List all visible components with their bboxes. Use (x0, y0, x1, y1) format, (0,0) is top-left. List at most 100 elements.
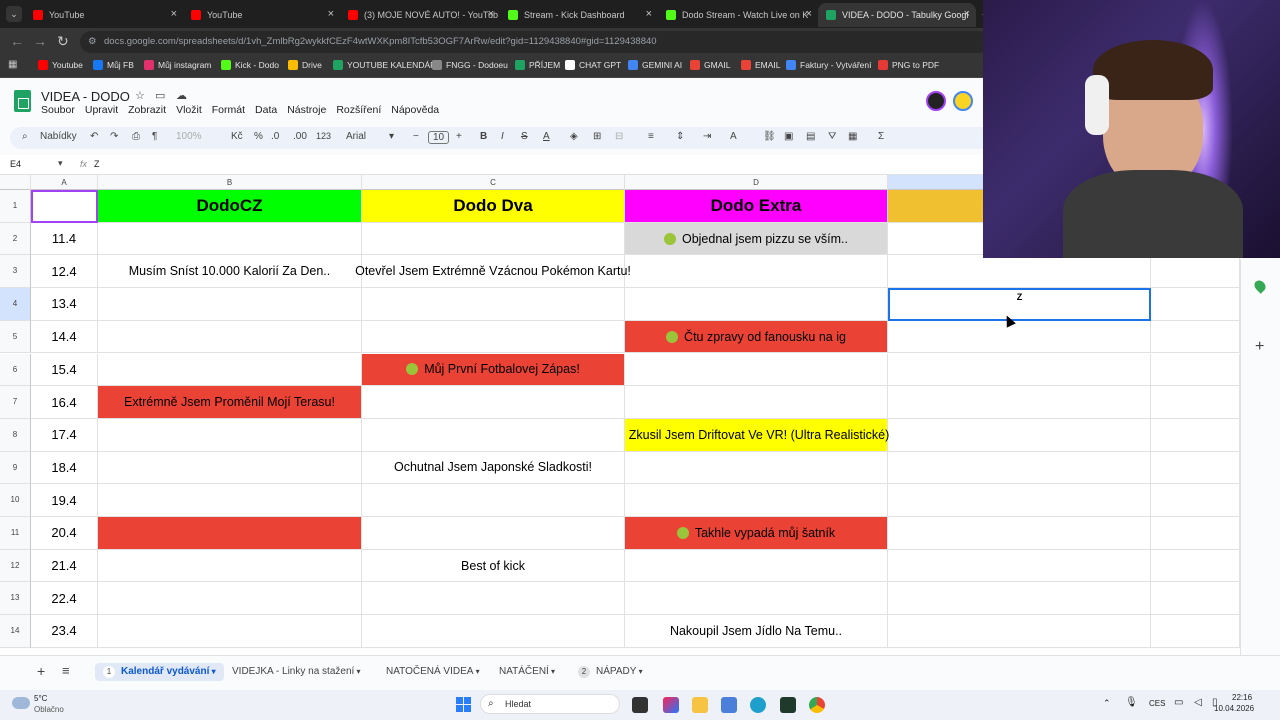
grid-cell[interactable] (1151, 288, 1240, 321)
header-cell-dodocz[interactable]: DodoCZ (98, 190, 362, 223)
chart-icon[interactable]: ▤ (806, 131, 815, 142)
row-header[interactable]: 1 (0, 190, 31, 223)
chevron-down-icon[interactable]: ▾ (58, 158, 63, 169)
bookmark-item[interactable]: PŘÍJEM (515, 60, 560, 70)
grid-cell[interactable] (888, 353, 1151, 387)
grid-cell[interactable]: Extrémně Jsem Proměnil Mojí Terasu! (98, 386, 362, 419)
close-tab-icon[interactable]: × (964, 8, 970, 20)
date-cell[interactable]: 11.4 (31, 222, 98, 256)
menu-item[interactable]: Nápověda (391, 104, 439, 116)
grid-cell[interactable] (625, 549, 888, 583)
grid-cell[interactable] (888, 418, 1151, 452)
percent-button[interactable]: % (254, 131, 263, 142)
grid-cell[interactable] (888, 582, 1151, 616)
menu-item[interactable]: Soubor (41, 104, 75, 116)
grid-cell[interactable] (362, 386, 625, 419)
grid-cell[interactable]: Zkusil Jsem Driftovat Ve VR! (Ultra Real… (625, 418, 889, 452)
row-header[interactable]: 3 (0, 255, 31, 289)
url-field[interactable]: ⚙ docs.google.com/spreadsheets/d/1vh_Zmlb… (80, 31, 990, 53)
avatar[interactable] (953, 91, 973, 111)
header-cell-dodo-dva[interactable]: Dodo Dva (362, 190, 625, 223)
text-color-icon[interactable]: A (543, 131, 550, 142)
task-view-icon[interactable] (632, 697, 648, 713)
forward-icon[interactable]: → (33, 33, 47, 49)
bookmark-item[interactable]: Drive (288, 60, 322, 70)
grid-cell[interactable] (1151, 386, 1240, 419)
date-cell[interactable]: 14.4 (31, 320, 98, 354)
chevron-down-icon[interactable]: ▾ (209, 667, 216, 676)
grid-cell[interactable] (362, 484, 625, 517)
mail-icon[interactable] (721, 697, 737, 713)
bookmark-item[interactable]: Faktury - Vytváření (786, 60, 871, 70)
grid-cell[interactable]: Objednal jsem pizzu se vším.. (625, 222, 888, 256)
text-wrap-icon[interactable]: ⇥ (703, 131, 711, 142)
sheet-tab[interactable]: NATÁČENÍ ▾ (499, 666, 555, 677)
grid-cell[interactable] (98, 418, 362, 452)
grid-cell[interactable] (98, 517, 362, 550)
grid-cell[interactable] (362, 615, 625, 648)
grid-cell[interactable] (98, 484, 362, 517)
zoom-select[interactable]: 100% (176, 131, 202, 142)
print-icon[interactable]: ⎙ (132, 131, 140, 142)
font-size-increase-icon[interactable]: + (456, 131, 462, 142)
volume-icon[interactable]: ◁ (1194, 697, 1202, 708)
file-explorer-icon[interactable] (692, 697, 708, 713)
bookmark-item[interactable]: GEMINI AI (628, 60, 682, 70)
chrome-icon[interactable] (809, 697, 825, 713)
column-header[interactable]: B (98, 175, 362, 190)
bookmark-item[interactable]: GMAIL (690, 60, 730, 70)
date-cell[interactable]: 16.4 (31, 386, 98, 419)
grid-cell[interactable] (888, 386, 1151, 419)
decrease-decimal-button[interactable]: .0 (271, 131, 279, 142)
date-cell[interactable]: 20.4 (31, 517, 98, 550)
bookmark-item[interactable]: Youtube (38, 60, 83, 70)
menu-item[interactable]: Zobrazit (128, 104, 166, 116)
grid-cell[interactable] (98, 353, 362, 387)
bold-icon[interactable]: B (480, 131, 487, 142)
row-header[interactable]: 5 (0, 320, 31, 354)
sheet-tab[interactable]: 1 Kalendář vydávání ▾ (95, 663, 224, 681)
close-tab-icon[interactable]: × (328, 8, 334, 20)
back-icon[interactable]: ← (10, 33, 24, 49)
grid-cell[interactable] (625, 582, 888, 616)
grid-cell[interactable] (362, 288, 625, 321)
grid-cell[interactable] (362, 418, 625, 452)
link-icon[interactable]: ⛓ (763, 131, 776, 142)
grid-cell[interactable] (362, 517, 625, 550)
align-icon[interactable]: ≡ (648, 131, 654, 142)
bookmark-item[interactable]: Můj instagram (144, 60, 211, 70)
site-info-icon[interactable]: ⚙ (88, 31, 97, 53)
grid-cell[interactable] (625, 288, 888, 321)
grid-cell[interactable]: Můj První Fotbalovej Zápas! (362, 353, 625, 387)
grid-cell[interactable] (1151, 255, 1240, 289)
grid-cell[interactable] (625, 451, 888, 485)
grid-cell[interactable]: Takhle vypadá můj šatník (625, 517, 888, 550)
text-rotation-icon[interactable]: A (730, 131, 737, 142)
row-header[interactable]: 13 (0, 582, 31, 616)
browser-tab[interactable]: YouTube × (25, 3, 183, 27)
fill-color-icon[interactable]: ◈ (570, 131, 578, 142)
copilot-icon[interactable] (663, 697, 679, 713)
filter-icon[interactable]: ⛛ (828, 131, 836, 142)
font-size-input[interactable]: 10 (428, 131, 450, 144)
apps-grid-icon[interactable]: ▦ (8, 59, 17, 70)
selected-cell[interactable]: Z (888, 288, 1151, 321)
chevron-up-icon[interactable]: ⌃ (1103, 698, 1111, 709)
italic-icon[interactable]: I (501, 131, 504, 142)
grid-cell[interactable] (98, 451, 362, 485)
star-icon[interactable]: ☆ (135, 89, 145, 102)
row-header[interactable]: 7 (0, 386, 31, 419)
grid-cell[interactable] (1151, 484, 1240, 517)
grid-cell[interactable]: Čtu zpravy od fanousku na ig (625, 320, 888, 354)
grid-cell[interactable] (362, 222, 625, 256)
clock-date[interactable]: 10.04.2026 (1214, 704, 1254, 713)
chevron-down-icon[interactable]: ▾ (354, 667, 361, 676)
merge-cells-icon[interactable]: ⊟ (615, 131, 623, 142)
column-header[interactable]: A (31, 175, 98, 190)
menu-item[interactable]: Upravit (85, 104, 118, 116)
date-cell[interactable]: 19.4 (31, 484, 98, 517)
column-header[interactable]: C (362, 175, 625, 190)
close-tab-icon[interactable]: × (806, 8, 812, 20)
bookmark-item[interactable]: Můj FB (93, 60, 134, 70)
grid-cell[interactable] (1151, 582, 1240, 616)
